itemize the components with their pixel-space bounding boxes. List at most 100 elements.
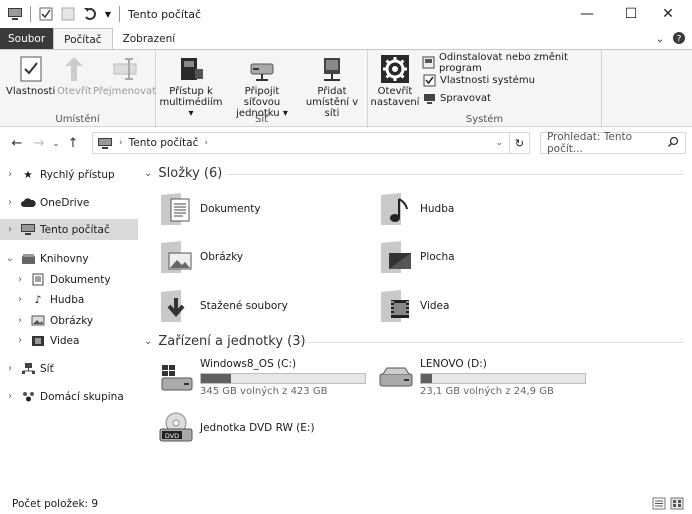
nav-videos[interactable]: › Videa <box>0 330 138 351</box>
collapse-chevron-icon[interactable]: ⌄ <box>4 253 16 264</box>
network-group: Přístup k multimédiím ▾ Připojit síťovou… <box>156 50 368 128</box>
details-view-icon[interactable] <box>652 497 666 513</box>
nav-quick-access[interactable]: › ★ Rychlý přístup <box>0 164 138 185</box>
downloads-folder-icon <box>158 288 194 324</box>
drive-c-usage-bar <box>200 373 366 384</box>
refresh-icon[interactable]: ↻ <box>509 133 529 153</box>
properties-button[interactable]: Vlastnosti <box>6 54 55 97</box>
location-group-label: Umístění <box>55 114 100 125</box>
pictures-icon <box>30 314 46 328</box>
help-icon[interactable]: ? <box>672 31 686 48</box>
drive-dvd[interactable]: DVD Jednotka DVD RW (E:) <box>158 410 315 446</box>
undo-icon[interactable] <box>81 5 99 23</box>
expand-chevron-icon[interactable]: › <box>4 197 16 208</box>
folder-documents[interactable]: Dokumenty <box>158 191 261 227</box>
open-settings-button[interactable]: Otevřít nastavení <box>371 54 419 108</box>
folder-pictures[interactable]: Obrázky <box>158 239 243 275</box>
open-button[interactable]: Otevřít <box>57 54 92 97</box>
tab-computer[interactable]: Počítač <box>53 28 113 50</box>
properties-check-icon[interactable] <box>37 5 55 23</box>
up-arrow-icon[interactable]: ↑ <box>62 132 84 154</box>
manage-button[interactable]: Spravovat <box>422 90 491 107</box>
star-icon: ★ <box>23 168 33 181</box>
rename-button[interactable]: Přejmenovat <box>93 54 156 97</box>
tab-file[interactable]: Soubor <box>0 28 54 50</box>
music-folder-icon <box>378 191 414 227</box>
hard-drive-icon <box>378 360 414 396</box>
nav-pictures[interactable]: › Obrázky <box>0 310 138 331</box>
address-dropdown-icon[interactable]: ⌄ <box>495 138 503 148</box>
library-icon <box>20 252 36 266</box>
network-drive-icon <box>247 54 277 84</box>
access-media-button[interactable]: Přístup k multimédiím ▾ <box>159 54 223 119</box>
settings-gear-icon <box>380 54 410 84</box>
expand-chevron-icon[interactable]: › <box>4 363 16 374</box>
expand-chevron-icon[interactable]: › <box>4 391 16 402</box>
expand-chevron-icon[interactable]: › <box>14 294 26 305</box>
forward-arrow-icon[interactable]: → <box>28 132 50 154</box>
large-icons-view-icon[interactable] <box>670 497 684 513</box>
section-divider <box>226 174 684 175</box>
computer-icon <box>97 137 113 150</box>
navigation-row: ← → ⌄ ↑ › Tento počítač › ⌄ ↻ Prohledat:… <box>0 128 692 158</box>
expand-chevron-icon[interactable]: › <box>4 224 16 235</box>
cloud-icon <box>20 196 36 210</box>
folder-videos[interactable]: Videa <box>378 288 449 324</box>
nav-music[interactable]: › ♪ Hudba <box>0 289 138 310</box>
folder-desktop[interactable]: Plocha <box>378 239 455 275</box>
collapse-chevron-icon[interactable]: ⌄ <box>144 336 152 347</box>
network-location-icon <box>317 54 347 84</box>
folder-music[interactable]: Hudba <box>378 191 454 227</box>
ribbon: Vlastnosti Otevřít Přejmenovat Umístění … <box>0 49 692 128</box>
minimize-button[interactable]: — <box>564 0 610 28</box>
tab-view[interactable]: Zobrazení <box>113 28 186 50</box>
system-properties-icon <box>422 74 436 88</box>
drive-c[interactable]: Windows8_OS (C:) 345 GB volných z 423 GB <box>158 358 400 397</box>
item-count: Počet položek: 9 <box>12 498 99 510</box>
uninstall-icon <box>422 56 435 70</box>
collapse-chevron-icon[interactable]: ⌄ <box>144 168 152 179</box>
search-icon[interactable] <box>667 136 679 151</box>
drives-section-header[interactable]: ⌄ Zařízení a jednotky (3) <box>144 334 684 349</box>
nav-documents[interactable]: › Dokumenty <box>0 269 138 290</box>
system-group: Otevřít nastavení Odinstalovat nebo změn… <box>368 50 602 128</box>
computer-icon[interactable] <box>6 5 24 23</box>
expand-chevron-icon[interactable]: › <box>14 274 26 285</box>
search-input[interactable]: Prohledat: Tento počít... <box>540 131 686 155</box>
folders-section-header[interactable]: ⌄ Složky (6) <box>144 166 684 181</box>
close-button[interactable]: ✕ <box>645 0 691 28</box>
navigation-pane: › ★ Rychlý přístup › OneDrive › Tento po… <box>0 160 138 490</box>
recent-locations-dropdown-icon[interactable]: ⌄ <box>50 132 62 154</box>
address-bar[interactable]: › Tento počítač › ⌄ ↻ <box>92 132 530 154</box>
customize-toolbar-dropdown-icon[interactable]: ▼ <box>103 5 113 23</box>
ribbon-tab-bar: Soubor Počítač Zobrazení ⌄ ? <box>0 28 692 50</box>
breadcrumb-separator-icon: › <box>204 138 208 148</box>
collapse-ribbon-icon[interactable]: ⌄ <box>656 34 664 45</box>
toolbar-separator <box>30 6 31 22</box>
map-network-drive-button[interactable]: Připojit síťovou jednotku ▾ <box>226 54 298 119</box>
uninstall-program-button[interactable]: Odinstalovat nebo změnit program <box>422 52 601 74</box>
drive-d[interactable]: LENOVO (D:) 23,1 GB volných z 24,9 GB <box>378 358 620 397</box>
status-bar: Počet položek: 9 <box>0 494 692 514</box>
nav-libraries[interactable]: ⌄ Knihovny <box>0 248 138 269</box>
open-icon <box>59 54 89 84</box>
svg-text:?: ? <box>677 34 682 44</box>
expand-chevron-icon[interactable]: › <box>14 335 26 346</box>
nav-this-pc[interactable]: › Tento počítač <box>0 219 138 240</box>
drive-c-info: Windows8_OS (C:) 345 GB volných z 423 GB <box>200 358 400 397</box>
nav-homegroup[interactable]: › Domácí skupina <box>0 386 138 407</box>
nav-onedrive[interactable]: › OneDrive <box>0 192 138 213</box>
folder-downloads[interactable]: Stažené soubory <box>158 288 288 324</box>
breadcrumb-this-pc[interactable]: Tento počítač <box>129 137 199 149</box>
system-properties-button[interactable]: Vlastnosti systému <box>422 72 535 89</box>
back-arrow-icon[interactable]: ← <box>6 132 28 154</box>
add-network-location-button[interactable]: Přidat umístění v síti <box>300 54 364 119</box>
new-folder-icon[interactable] <box>59 5 77 23</box>
search-placeholder: Prohledat: Tento počít... <box>547 131 633 155</box>
drive-c-usage-fill <box>201 374 231 383</box>
expand-chevron-icon[interactable]: › <box>14 315 26 326</box>
nav-network[interactable]: › Síť <box>0 358 138 379</box>
expand-chevron-icon[interactable]: › <box>4 169 16 180</box>
drive-d-info: LENOVO (D:) 23,1 GB volných z 24,9 GB <box>420 358 620 397</box>
dvd-drive-icon: DVD <box>158 410 194 446</box>
